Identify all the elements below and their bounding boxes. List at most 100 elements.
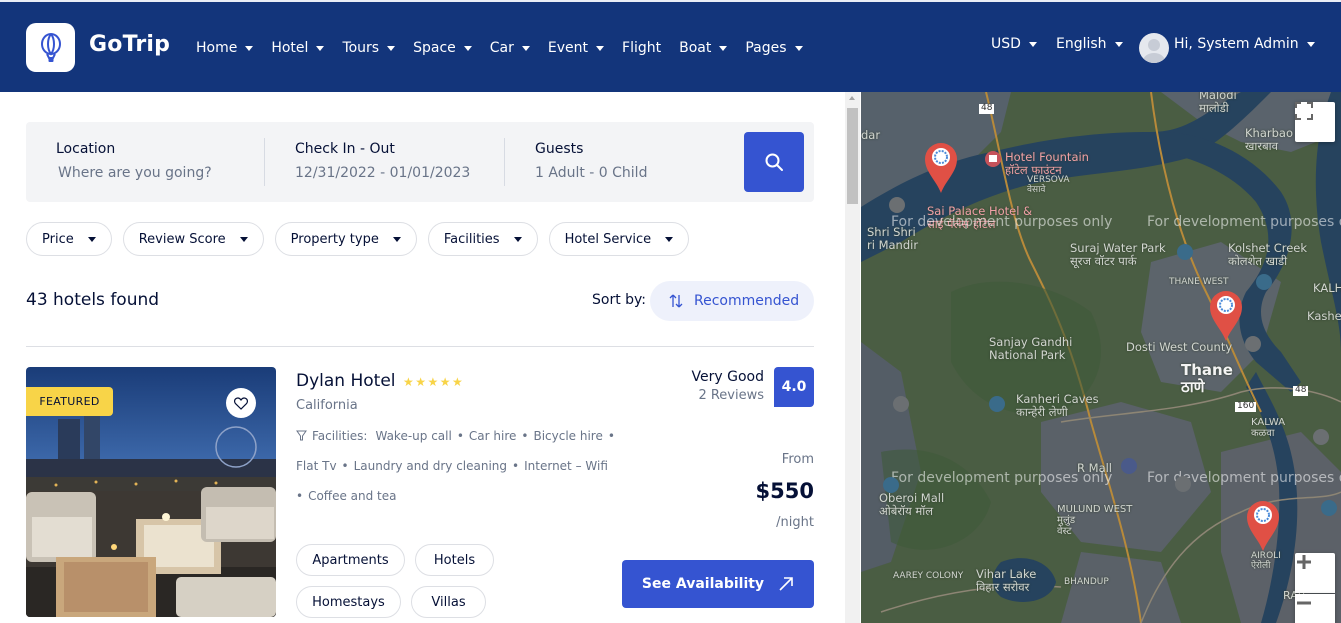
facilities-line-2: Flat Tv • Laundry and dry cleaning • Interne…: [296, 459, 608, 473]
nav-item-label: Flight: [622, 40, 662, 56]
nav-item-boat[interactable]: Boat: [679, 40, 728, 56]
divider: [504, 138, 505, 186]
favorite-button[interactable]: [226, 388, 256, 418]
separator-dot: •: [341, 459, 349, 473]
location-input[interactable]: Where are you going?: [58, 165, 212, 181]
chevron-down-icon: [521, 45, 530, 51]
map-label: Dosti West County: [1126, 340, 1233, 354]
map-dev-notice: For development purposes only: [891, 214, 1113, 230]
filter-label: Property type: [290, 231, 379, 247]
separator-dot: •: [296, 489, 304, 503]
facility-item: Coffee and tea: [308, 489, 397, 503]
nav-item-home[interactable]: Home: [196, 40, 254, 56]
facility-item: Wake-up call: [375, 429, 452, 443]
map-label: KALWA कळवा: [1251, 417, 1286, 439]
guests-value: 1 Adult - 0 Child: [535, 165, 648, 181]
road-shield: 160: [1235, 401, 1257, 412]
filter-property-type[interactable]: Property type: [274, 222, 417, 256]
filter-bar: Price Review Score Property type Facilities…: [26, 222, 700, 256]
filter-price[interactable]: Price: [26, 222, 112, 256]
fullscreen-icon: [1295, 102, 1313, 120]
filter-label: Price: [42, 231, 74, 247]
price-from-label: From: [781, 452, 814, 467]
tag-homestays[interactable]: Homestays: [296, 586, 401, 618]
scroll-up-arrow-icon[interactable]: [849, 96, 855, 100]
nav-item-event[interactable]: Event: [547, 40, 605, 56]
user-avatar[interactable]: [1139, 33, 1169, 63]
nav-item-flight[interactable]: Flight: [622, 40, 661, 56]
chevron-down-icon: [316, 45, 325, 51]
map-label: Thane ठाणे: [1181, 361, 1233, 396]
road-shield: 48: [979, 103, 995, 114]
nav-item-label: Event: [547, 40, 589, 56]
filter-facilities[interactable]: Facilities: [427, 222, 538, 256]
facilities-icon: [296, 430, 307, 441]
separator-dot: •: [607, 429, 615, 443]
plus-icon: [1297, 555, 1311, 569]
map-dev-notice: For development purposes only: [891, 470, 1113, 486]
user-menu[interactable]: Hi, System Admin: [1174, 36, 1315, 52]
star-rating: ★★★★★: [403, 375, 465, 389]
nav-item-tours[interactable]: Tours: [342, 40, 396, 56]
hotel-location: California: [296, 398, 358, 413]
separator-dot: •: [521, 429, 529, 443]
zoom-in-button[interactable]: [1295, 553, 1335, 593]
currency-selector[interactable]: USD: [991, 36, 1037, 52]
map-view[interactable]: Malodi मालोडी Kharbao खारबाव dar Hotel Fou…: [861, 92, 1341, 623]
tag-hotels[interactable]: Hotels: [415, 544, 494, 576]
zoom-out-button[interactable]: [1295, 594, 1335, 623]
hotel-location-pin[interactable]: [924, 142, 958, 194]
hotel-location-pin[interactable]: [1246, 500, 1280, 552]
logo[interactable]: [26, 23, 75, 72]
map-label: Kasheli: [1307, 309, 1341, 323]
featured-badge: FEATURED: [26, 387, 113, 416]
nav-item-label: Car: [489, 40, 514, 56]
map-label: BHANDUP: [1064, 577, 1109, 587]
map-label: Sanjay Gandhi National Park: [989, 335, 1073, 362]
tag-apartments[interactable]: Apartments: [296, 544, 405, 576]
nav-item-space[interactable]: Space: [413, 40, 472, 56]
filter-review-score[interactable]: Review Score: [122, 222, 264, 256]
chevron-down-icon: [794, 45, 803, 51]
chevron-down-icon: [513, 236, 522, 242]
tag-villas[interactable]: Villas: [411, 586, 486, 618]
main-nav: Home Hotel Tours Space Car Event Flight Boat Pag…: [196, 38, 821, 58]
search-bar: Location Where are you going? Check In -…: [26, 122, 814, 202]
facility-item: Flat Tv: [296, 459, 337, 473]
nav-item-label: Space: [413, 40, 456, 56]
chevron-down-icon: [87, 236, 96, 242]
filter-hotel-service[interactable]: Hotel Service: [548, 222, 690, 256]
dates-field[interactable]: Check In - Out 12/31/2022 - 01/01/2023: [295, 141, 470, 181]
sort-button[interactable]: Recommended: [650, 281, 814, 321]
nav-item-label: Pages: [745, 40, 787, 56]
language-selector[interactable]: English: [1056, 36, 1123, 52]
location-field[interactable]: Location Where are you going?: [56, 141, 212, 181]
hotel-location-pin[interactable]: [1209, 290, 1243, 342]
see-availability-label: See Availability: [641, 576, 765, 592]
fullscreen-button[interactable]: [1295, 102, 1335, 142]
map-label: Oberoi Mall ओबेरॉय मॉल: [879, 491, 945, 518]
map-label: MULUND WEST मुलुंड वेस्ट: [1057, 504, 1133, 537]
brand-name[interactable]: GoTrip: [89, 32, 170, 57]
currency-label: USD: [991, 36, 1021, 52]
filter-label: Facilities: [443, 231, 500, 247]
review-count: 2 Reviews: [698, 388, 764, 403]
heart-icon: [234, 396, 248, 410]
dates-label: Check In - Out: [295, 141, 395, 157]
see-availability-button[interactable]: See Availability: [622, 560, 814, 608]
nav-item-car[interactable]: Car: [490, 40, 530, 56]
facility-item: Car hire: [468, 429, 517, 443]
user-icon: [1143, 39, 1165, 63]
hotel-name[interactable]: Dylan Hotel: [296, 371, 396, 391]
minus-icon: [1297, 601, 1311, 605]
nav-item-hotel[interactable]: Hotel: [271, 40, 325, 56]
nav-item-pages[interactable]: Pages: [745, 40, 803, 56]
search-button[interactable]: [744, 132, 804, 192]
facility-item: Bicycle hire: [533, 429, 603, 443]
nav-item-label: Boat: [679, 40, 712, 56]
nav-item-label: Tours: [342, 40, 380, 56]
guests-field[interactable]: Guests 1 Adult - 0 Child: [535, 141, 647, 181]
scrollbar-thumb[interactable]: [847, 108, 858, 204]
map-label: Kharbao खारबाव: [1245, 126, 1293, 153]
search-icon: [765, 153, 783, 171]
